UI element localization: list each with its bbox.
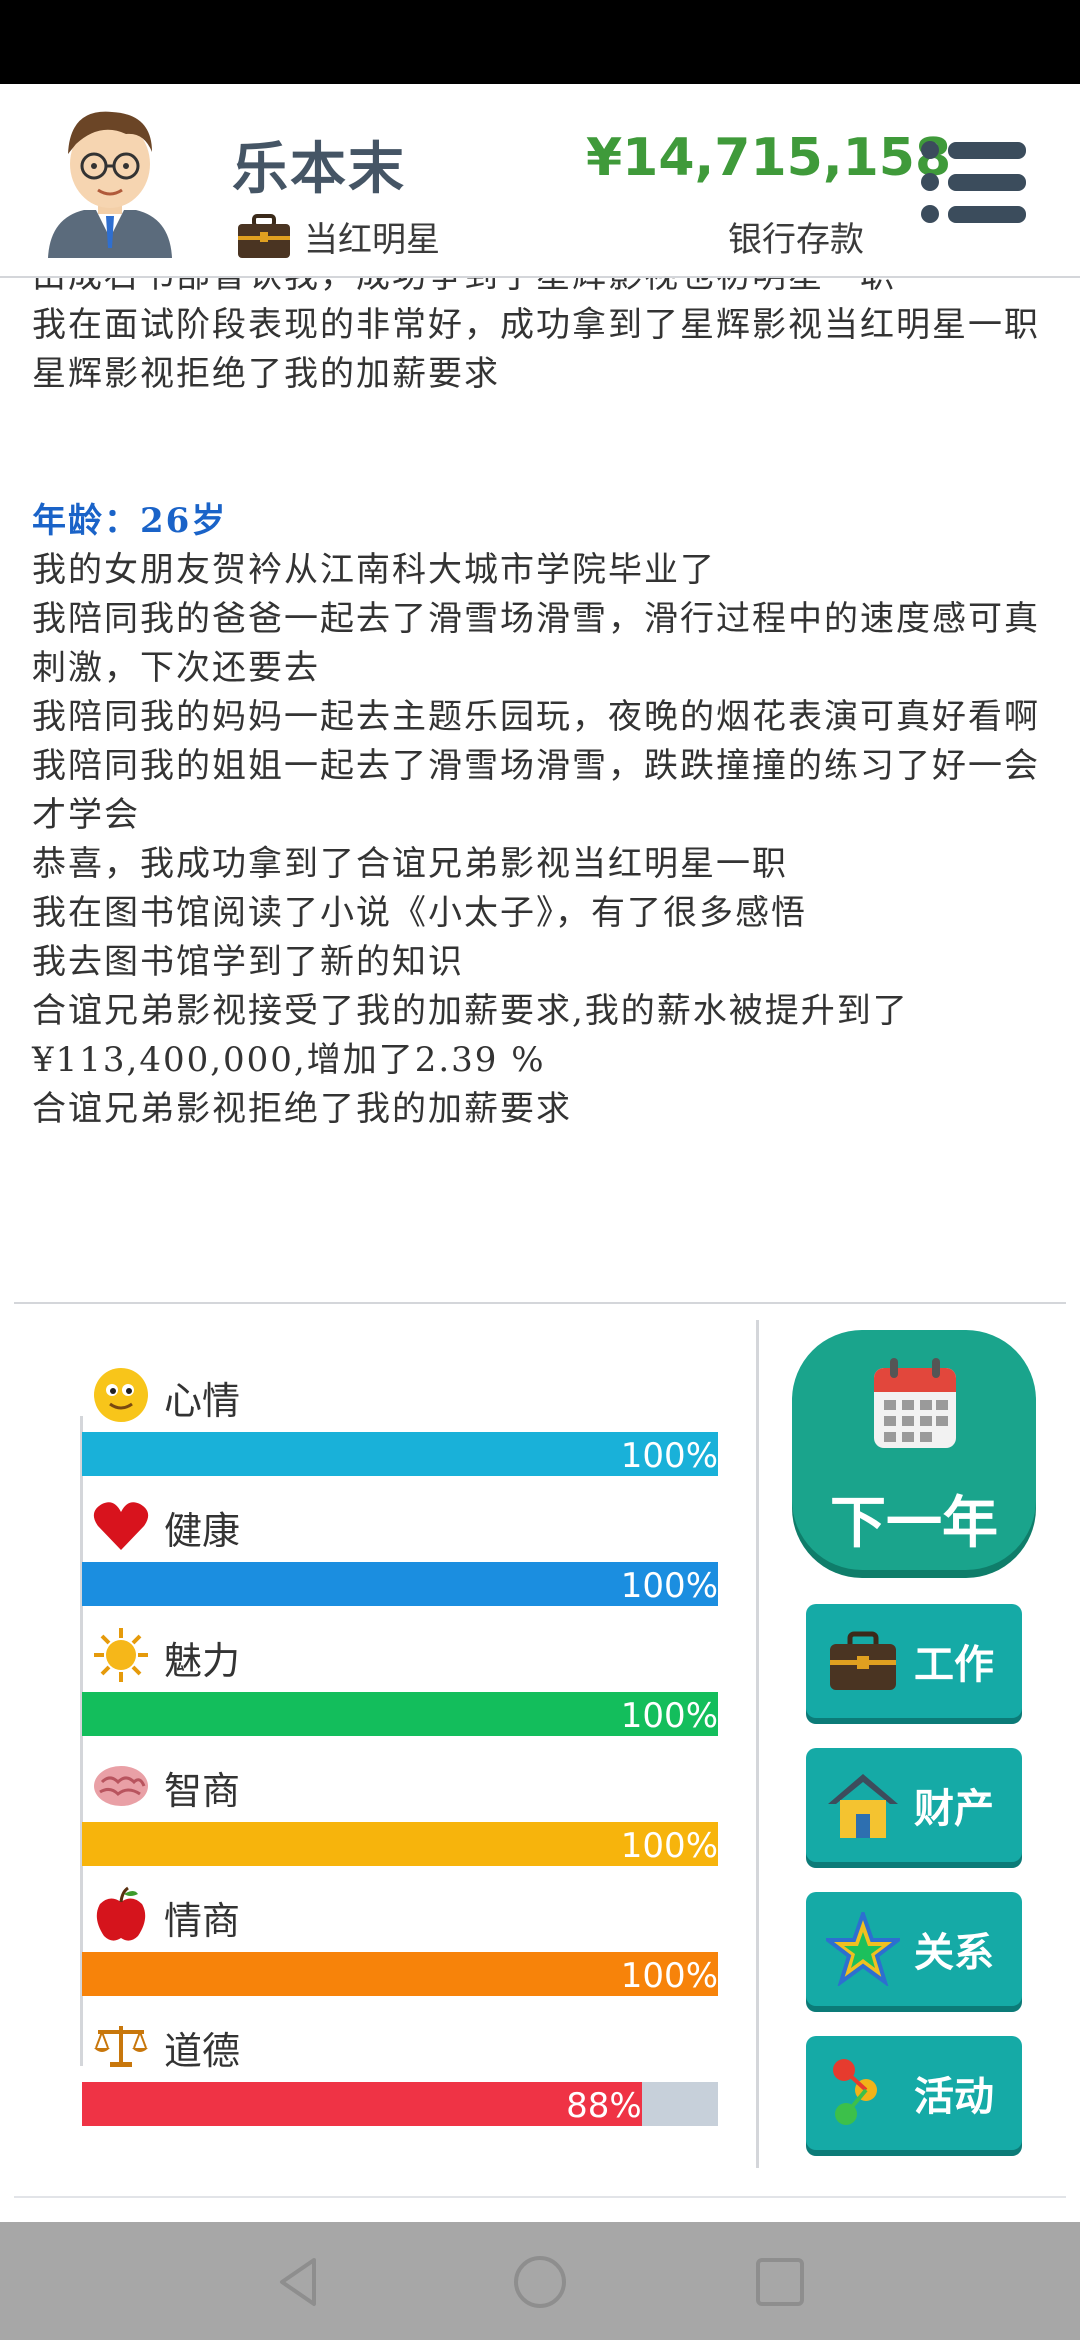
log-entry: 合谊兄弟影视接受了我的加薪要求,我的薪水被提升到了¥113,400,000,增加…: [32, 991, 909, 1080]
divider: [14, 2196, 1066, 2198]
header: 乐本末 当红明星 ¥14,715,158 银行存款: [0, 84, 1080, 278]
stat-bar: 100%: [82, 1692, 718, 1736]
player-name: 乐本末: [232, 137, 406, 202]
log-entry: 我陪同我的姐姐一起去了滑雪场滑雪，跌跌撞撞的练习了好一会才学会: [32, 746, 1040, 835]
log-entry: 我陪同我的妈妈一起去主题乐园玩，夜晚的烟花表演可真好看啊: [32, 697, 1040, 737]
log-entry: 合谊兄弟影视拒绝了我的加薪要求: [32, 1089, 572, 1129]
stat-iq: 智商 100%: [82, 1756, 718, 1876]
stat-charm: 魅力 100%: [82, 1626, 718, 1746]
divider: [14, 1302, 1066, 1304]
calendar-icon: [874, 1358, 956, 1448]
avatar[interactable]: [40, 98, 180, 258]
log-entry: 恭喜，我成功拿到了合谊兄弟影视当红明星一职: [32, 844, 788, 884]
stat-bar: 100%: [82, 1822, 718, 1866]
log-spacer: [32, 399, 1042, 497]
relations-button[interactable]: 关系: [806, 1892, 1022, 2006]
smiley-icon: [94, 1368, 148, 1422]
stat-health: 健康 100%: [82, 1496, 718, 1616]
relations-label: 关系: [914, 1930, 994, 1976]
stat-label: 道德: [164, 2029, 241, 2073]
bank-balance-label: 银行存款: [728, 220, 864, 260]
stat-bar: 88%: [82, 2082, 718, 2126]
brain-icon: [94, 1766, 148, 1806]
apple-icon: [96, 1886, 146, 1941]
status-bar: [0, 0, 1080, 84]
heart-icon: [93, 1502, 149, 1550]
stats-panel: 心情 100% 健康 100% 魅力 100% 智商 100% 情商 100% …: [0, 1320, 760, 2160]
log-entry: 我在面试阶段表现的非常好，成功拿到了星辉影视当红明星一职: [32, 305, 1040, 345]
stat-bar-fill: [82, 2082, 642, 2126]
house-icon: [828, 1774, 898, 1838]
recents-icon[interactable]: [750, 2252, 810, 2312]
stat-morality: 道德 88%: [82, 2016, 718, 2136]
stat-bar: 100%: [82, 1432, 718, 1476]
next-year-button[interactable]: 下一年: [792, 1330, 1036, 1570]
star-icon: [826, 1912, 900, 1986]
system-nav-bar: [0, 2222, 1080, 2340]
property-label: 财产: [914, 1786, 994, 1832]
log-entry: 我在图书馆阅读了小说《小太子》，有了很多感悟: [32, 893, 807, 933]
stat-value: 88%: [566, 2086, 642, 2126]
scales-icon: [94, 2026, 148, 2067]
bank-balance: ¥14,715,158: [586, 128, 952, 188]
activities-label: 活动: [914, 2074, 994, 2120]
stat-label: 情商: [164, 1899, 241, 1943]
log-entry: 我去图书馆学到了新的知识: [32, 942, 464, 982]
activities-icon: [833, 2059, 877, 2125]
log-entry: 星辉影视拒绝了我的加薪要求: [32, 354, 500, 394]
stat-eq: 情商 100%: [82, 1886, 718, 2006]
work-label: 工作: [914, 1642, 994, 1688]
stat-mood: 心情 100%: [82, 1366, 718, 1486]
job-title: 当红明星: [304, 220, 440, 260]
stat-value: 100%: [620, 1956, 718, 1996]
menu-icon[interactable]: [920, 140, 1026, 224]
briefcase-icon: [830, 1631, 896, 1690]
log-entry: 我的女朋友贺衿从江南科大城市学院毕业了: [32, 550, 716, 590]
sun-icon: [94, 1628, 148, 1682]
stat-label: 健康: [164, 1509, 241, 1553]
log-entry: 我陪同我的爸爸一起去了滑雪场滑雪，滑行过程中的速度感可真刺激，下次还要去: [32, 599, 1040, 688]
stat-label: 心情: [164, 1379, 241, 1423]
briefcase-icon: [238, 214, 290, 258]
home-icon[interactable]: [510, 2252, 570, 2312]
panel-divider: [756, 1320, 759, 2168]
log-entry: 由成石书部曹认我，成功争到了星辉影视也初明星一职: [32, 278, 1042, 301]
stat-value: 100%: [620, 1826, 718, 1866]
event-log-content: 由成石书部曹认我，成功争到了星辉影视也初明星一职 我在面试阶段表现的非常好，成功…: [32, 278, 1042, 1134]
stat-value: 100%: [620, 1436, 718, 1476]
stat-value: 100%: [620, 1696, 718, 1736]
stat-value: 100%: [620, 1566, 718, 1606]
stat-label: 魅力: [164, 1639, 241, 1683]
back-icon[interactable]: [270, 2252, 330, 2312]
event-log[interactable]: 由成石书部曹认我，成功争到了星辉影视也初明星一职 我在面试阶段表现的非常好，成功…: [0, 278, 1080, 1298]
activities-button[interactable]: 活动: [806, 2036, 1022, 2150]
work-button[interactable]: 工作: [806, 1604, 1022, 1718]
stat-label: 智商: [164, 1769, 241, 1813]
age-heading: 年龄：26岁: [32, 501, 228, 541]
property-button[interactable]: 财产: [806, 1748, 1022, 1862]
stat-bar: 100%: [82, 1952, 718, 1996]
stat-bar: 100%: [82, 1562, 718, 1606]
next-year-label: 下一年: [830, 1491, 998, 1556]
